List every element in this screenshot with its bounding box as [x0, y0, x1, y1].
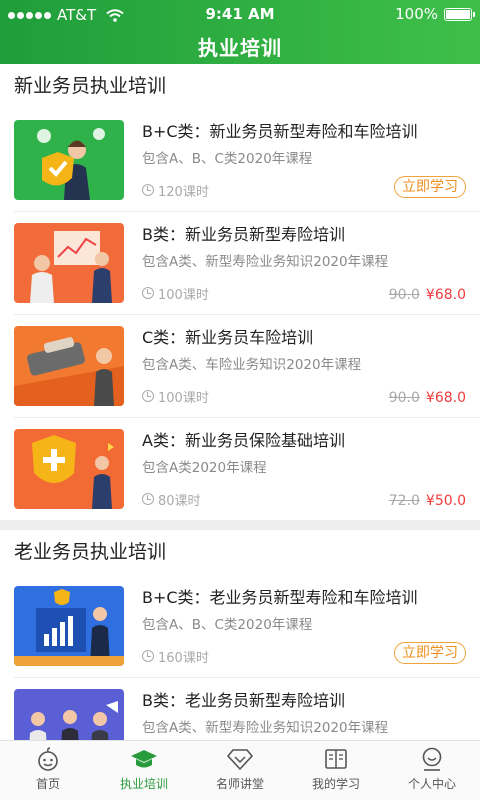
- course-list[interactable]: 新业务员执业培训 B+C类：新业务员新型寿险和车险培训 包含A、B、C类2020…: [0, 64, 480, 740]
- start-learning-button[interactable]: 立即学习: [394, 641, 466, 664]
- course-price: 90.0 ¥68.0: [389, 287, 466, 303]
- home-icon: [38, 747, 58, 771]
- battery-percent: 100%: [395, 5, 438, 23]
- hours-label: 80课时: [158, 493, 201, 509]
- course-subtitle: 包含A、B、C类2020年课程: [142, 616, 313, 633]
- clock-icon: [142, 390, 154, 402]
- clock-icon: [142, 184, 154, 196]
- course-item[interactable]: A类：新业务员保险基础培训 包含A类2020年课程 80课时 72.0 ¥50.0: [0, 417, 480, 520]
- course-thumbnail: [14, 222, 124, 303]
- course-hours: 160课时: [142, 647, 209, 666]
- course-hours: 100课时: [142, 284, 209, 303]
- section-title: 新业务员执业培训: [14, 75, 167, 97]
- tab-label: 我的学习: [311, 777, 360, 791]
- course-thumbnail: [14, 428, 124, 509]
- hours-label: 160课时: [158, 650, 209, 666]
- tab-label: 个人中心: [407, 777, 456, 791]
- original-price: 72.0: [388, 492, 420, 509]
- section-experienced-agents: 老业务员执业培训 B+C类：老业务员新型寿险和车险培训 包含A、B、C类2020…: [0, 530, 480, 740]
- hours-label: 120课时: [158, 184, 209, 200]
- course-subtitle: 包含A类、新型寿险业务知识2020年课程: [142, 253, 389, 270]
- course-title: B类：老业务员新型寿险培训: [142, 690, 345, 710]
- course-hours: 100课时: [142, 387, 209, 406]
- course-title: A类：新业务员保险基础培训: [142, 430, 345, 450]
- book-icon: [325, 749, 347, 769]
- course-thumbnail: [14, 119, 124, 200]
- current-price: ¥68.0: [425, 389, 466, 406]
- course-item[interactable]: B+C类：老业务员新型寿险和车险培训 包含A、B、C类2020年课程 160课时…: [0, 574, 480, 677]
- user-icon: [422, 747, 442, 771]
- course-title: C类：新业务员车险培训: [142, 327, 314, 347]
- tab-label: 首页: [35, 777, 60, 791]
- hours-label: 100课时: [158, 390, 209, 406]
- original-price: 90.0: [388, 389, 420, 406]
- course-hours: 120课时: [142, 181, 209, 200]
- course-item[interactable]: B+C类：新业务员新型寿险和车险培训 包含A、B、C类2020年课程 120课时…: [0, 108, 480, 211]
- tab-training[interactable]: 执业培训: [96, 741, 192, 800]
- start-learning-button[interactable]: 立即学习: [394, 175, 466, 198]
- course-title: B类：新业务员新型寿险培训: [142, 224, 345, 244]
- tab-masters[interactable]: 名师讲堂: [192, 741, 288, 800]
- course-price: 90.0 ¥68.0: [389, 390, 466, 406]
- battery-info: 100%: [395, 5, 475, 23]
- diamond-icon: [227, 749, 253, 771]
- course-thumbnail: [14, 688, 124, 740]
- course-subtitle: 包含A类、车险业务知识2020年课程: [142, 356, 362, 373]
- current-price: ¥50.0: [425, 492, 466, 509]
- graduation-cap-icon: [131, 750, 157, 768]
- page-title: 执业培训: [198, 36, 282, 60]
- clock-icon: [142, 493, 154, 505]
- tab-label: 执业培训: [119, 777, 168, 791]
- course-item[interactable]: B类：老业务员新型寿险培训 包含A类、新型寿险业务知识2020年课程: [0, 677, 480, 740]
- bottom-tab-bar: 首页 执业培训 名师讲堂 我的学习 个人中心: [0, 740, 480, 800]
- course-subtitle: 包含A、B、C类2020年课程: [142, 150, 313, 167]
- course-thumbnail: [14, 585, 124, 666]
- tab-label: 名师讲堂: [215, 777, 264, 791]
- course-price: 72.0 ¥50.0: [389, 493, 466, 509]
- clock-icon: [142, 650, 154, 662]
- course-subtitle: 包含A类、新型寿险业务知识2020年课程: [142, 719, 389, 736]
- status-bar: AT&T 9:41 AM 100%: [0, 0, 480, 28]
- app-header: AT&T 9:41 AM 100% 执业培训: [0, 0, 480, 64]
- course-subtitle: 包含A类2020年课程: [142, 459, 267, 476]
- hours-label: 100课时: [158, 287, 209, 303]
- battery-icon: [444, 7, 475, 21]
- course-title: B+C类：老业务员新型寿险和车险培训: [142, 587, 418, 607]
- course-item[interactable]: C类：新业务员车险培训 包含A类、车险业务知识2020年课程 100课时 90.…: [0, 314, 480, 417]
- section-new-agents: 新业务员执业培训 B+C类：新业务员新型寿险和车险培训 包含A、B、C类2020…: [0, 64, 480, 520]
- course-hours: 80课时: [142, 490, 201, 509]
- section-title: 老业务员执业培训: [14, 541, 167, 563]
- course-item[interactable]: B类：新业务员新型寿险培训 包含A类、新型寿险业务知识2020年课程 100课时…: [0, 211, 480, 314]
- course-thumbnail: [14, 325, 124, 406]
- current-price: ¥68.0: [425, 286, 466, 303]
- tab-home[interactable]: 首页: [0, 741, 96, 800]
- tab-my-learning[interactable]: 我的学习: [288, 741, 384, 800]
- clock-icon: [142, 287, 154, 299]
- original-price: 90.0: [388, 286, 420, 303]
- course-title: B+C类：新业务员新型寿险和车险培训: [142, 121, 418, 141]
- tab-profile[interactable]: 个人中心: [384, 741, 480, 800]
